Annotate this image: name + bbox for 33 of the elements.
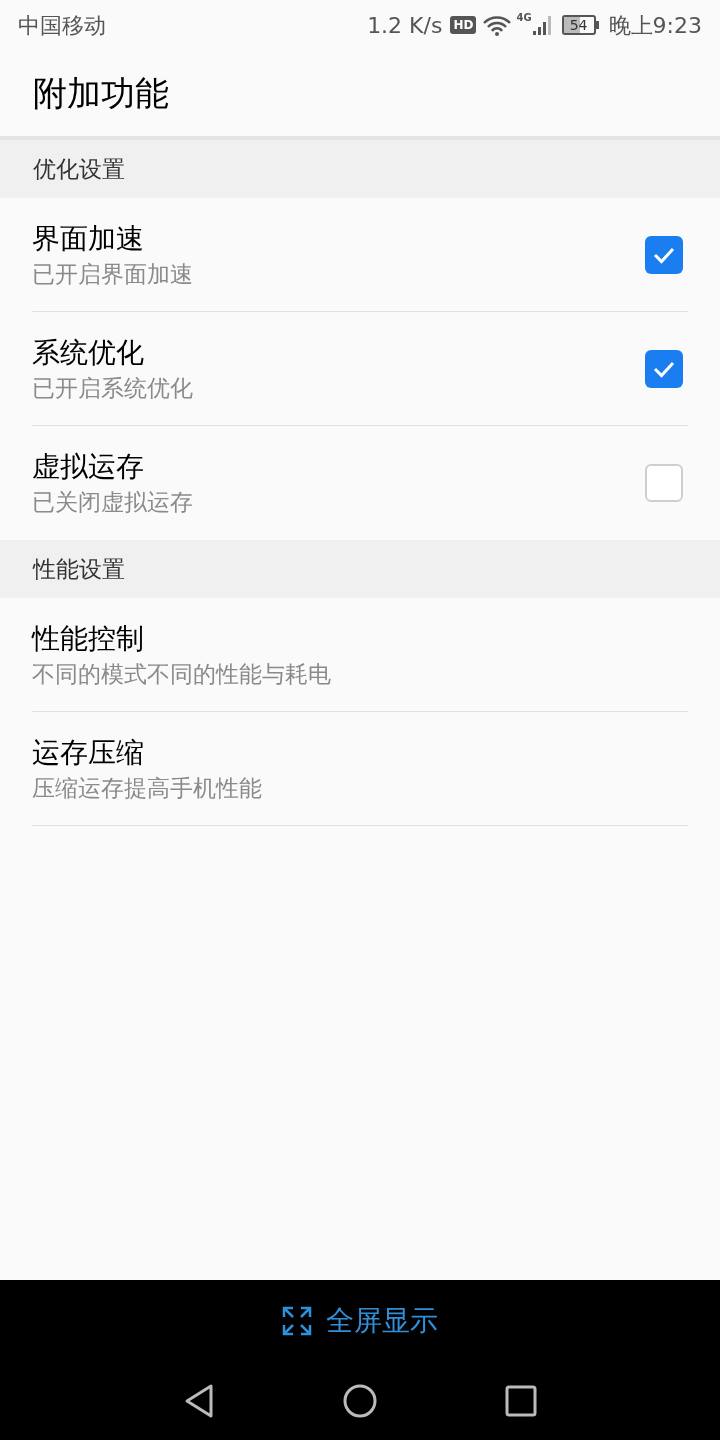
home-icon[interactable] bbox=[342, 1383, 378, 1419]
row-title: 运存压缩 bbox=[32, 734, 145, 771]
expand-icon bbox=[282, 1306, 312, 1336]
settings-row[interactable]: 虚拟运存 已关闭虚拟运存 bbox=[32, 426, 688, 540]
row-title: 系统优化 bbox=[32, 334, 145, 371]
carrier-text: 中国移动 bbox=[18, 11, 106, 40]
checkbox[interactable] bbox=[645, 464, 683, 502]
network-type: 4G bbox=[516, 11, 532, 25]
row-subtitle: 压缩运存提高手机性能 bbox=[32, 773, 263, 803]
network-speed: 1.2 K/s bbox=[367, 11, 443, 40]
recents-icon[interactable] bbox=[504, 1385, 537, 1417]
settings-row[interactable]: 运存压缩 压缩运存提高手机性能 bbox=[32, 712, 688, 826]
checkbox[interactable] bbox=[645, 235, 683, 274]
settings-row[interactable]: 界面加速 已开启界面加速 bbox=[32, 198, 688, 312]
battery-level: 54 bbox=[569, 15, 588, 35]
settings-row[interactable]: 系统优化 已开启系统优化 bbox=[32, 312, 688, 426]
row-subtitle: 不同的模式不同的性能与耗电 bbox=[32, 659, 332, 689]
wifi-icon bbox=[482, 14, 513, 36]
row-title: 虚拟运存 bbox=[32, 449, 145, 485]
section-header: 优化设置 bbox=[33, 154, 125, 184]
hd-badge: HD bbox=[450, 16, 477, 34]
settings-row[interactable]: 性能控制 不同的模式不同的性能与耗电 bbox=[32, 598, 688, 712]
back-icon[interactable] bbox=[183, 1383, 216, 1419]
row-title: 性能控制 bbox=[32, 620, 145, 657]
section-header: 性能设置 bbox=[33, 554, 125, 584]
row-subtitle: 已开启界面加速 bbox=[32, 259, 194, 289]
row-subtitle: 已关闭虚拟运存 bbox=[32, 488, 194, 517]
row-subtitle: 已开启系统优化 bbox=[32, 373, 194, 403]
signal-icon bbox=[531, 14, 552, 36]
page-title: 附加功能 bbox=[33, 71, 169, 115]
checkbox[interactable] bbox=[645, 349, 683, 388]
clock: 晚上9:23 bbox=[608, 11, 702, 40]
row-title: 界面加速 bbox=[32, 220, 145, 257]
